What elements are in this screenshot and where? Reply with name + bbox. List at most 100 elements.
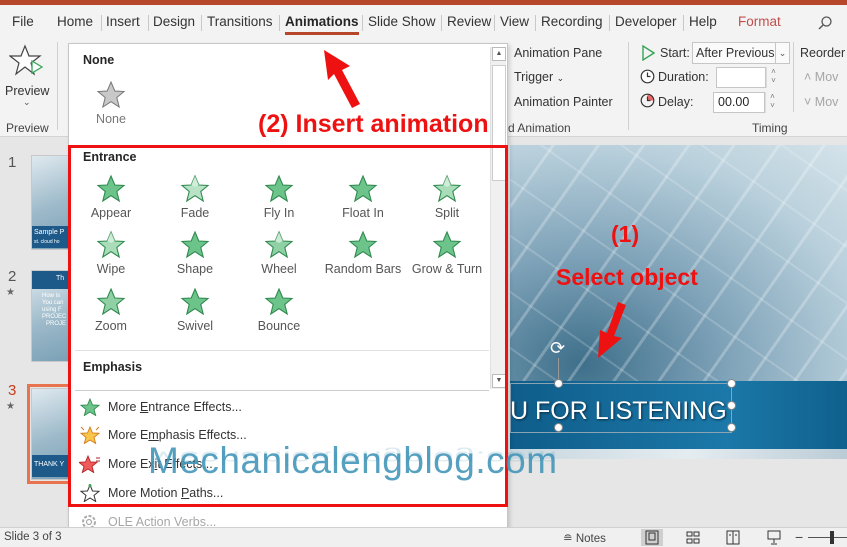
animation-star-icon: ★ — [6, 401, 15, 412]
start-dropdown[interactable]: After Previous ⌄ — [692, 42, 790, 64]
chevron-down-icon: ⌄ — [23, 97, 31, 107]
tab-file[interactable]: File — [12, 14, 34, 29]
slide-show-icon — [767, 530, 781, 545]
duration-label: Duration: — [658, 70, 709, 84]
thumb-text: PROJEC — [42, 314, 67, 320]
move-later-button[interactable]: ˅ Mov — [804, 95, 838, 109]
tab-developer[interactable]: Developer — [615, 14, 677, 29]
preview-button[interactable]: Preview ⌄ — [4, 42, 50, 110]
effect-none[interactable]: None — [69, 80, 153, 126]
tab-separator — [101, 15, 102, 31]
move-later-label: Mov — [814, 95, 839, 109]
notes-label: Notes — [575, 533, 606, 545]
rotate-handle-icon[interactable]: ⟳ — [550, 338, 565, 359]
tab-separator — [441, 15, 442, 31]
slide-number: 1 — [8, 154, 17, 171]
notes-icon: ≘ — [563, 533, 573, 545]
chevron-down-icon: ⌄ — [775, 43, 789, 63]
thumb-text: You can — [42, 300, 64, 306]
slide-counter: Slide 3 of 3 — [4, 531, 62, 543]
selected-textbox-outline[interactable] — [510, 383, 732, 433]
tab-recording[interactable]: Recording — [541, 14, 603, 29]
thumb-band — [32, 271, 70, 289]
slide-show-button[interactable] — [763, 529, 785, 546]
delay-label: Delay: — [658, 95, 694, 109]
tab-format[interactable]: Format — [738, 14, 781, 29]
effect-label: None — [96, 112, 126, 126]
tab-design[interactable]: Design — [153, 14, 195, 29]
thumb-text: How is — [42, 293, 61, 299]
delay-spinner[interactable]: ˄ ˅ — [765, 92, 779, 113]
section-header-none: None — [83, 53, 115, 67]
timing-group-label: Timing — [752, 121, 788, 135]
slide-thumbnail-1[interactable]: Sample P st. cloud ho — [31, 155, 71, 250]
normal-view-icon — [645, 530, 659, 545]
reading-view-button[interactable] — [722, 529, 744, 546]
thumb-text: st. cloud ho — [34, 239, 60, 245]
notes-button[interactable]: ≘ Notes — [563, 531, 606, 545]
tab-separator — [494, 15, 495, 31]
start-play-icon — [642, 45, 655, 61]
tab-separator — [362, 15, 363, 31]
slide-number-current: 3 — [8, 382, 17, 399]
slide-sorter-button[interactable] — [682, 529, 704, 546]
slide-bottom-strip — [510, 449, 847, 459]
resize-handle[interactable] — [727, 423, 736, 432]
tab-separator — [148, 15, 149, 31]
tab-separator — [683, 15, 684, 31]
duration-input[interactable] — [716, 67, 766, 88]
delay-clock-icon — [640, 93, 655, 108]
search-icon[interactable] — [818, 16, 832, 30]
trigger-button[interactable]: Trigger ⌄ — [514, 70, 564, 84]
tab-view[interactable]: View — [500, 14, 529, 29]
animation-star-icon: ★ — [6, 287, 15, 298]
tab-separator — [201, 15, 202, 31]
normal-view-button[interactable] — [641, 529, 663, 546]
reorder-header: Reorder A — [800, 46, 847, 60]
zoom-slider-track[interactable] — [808, 537, 847, 538]
slide-thumbnail-2[interactable]: Th How is You can using F PROJEC PROJE — [31, 270, 71, 362]
resize-handle[interactable] — [727, 379, 736, 388]
watermark-reflection: Mechanicalengblog.com — [148, 447, 558, 469]
slide-thumbnail-3[interactable]: THANK Y — [27, 384, 75, 484]
slide-number: 2 — [8, 268, 17, 285]
move-earlier-button[interactable]: ˄ Mov — [804, 70, 838, 84]
tab-home[interactable]: Home — [57, 14, 93, 29]
scroll-up-icon[interactable]: ▲ — [492, 47, 506, 61]
thumb-text: Th — [56, 275, 65, 282]
tab-help[interactable]: Help — [689, 14, 717, 29]
slide-canvas[interactable]: U FOR LISTENING ⟳ — [510, 145, 847, 459]
thumb-text: Sample P — [34, 229, 65, 236]
tab-insert[interactable]: Insert — [106, 14, 140, 29]
group-separator — [628, 42, 629, 130]
preview-group-label: Preview — [6, 121, 49, 135]
animation-painter-button[interactable]: Animation Painter — [514, 95, 613, 109]
tab-separator — [535, 15, 536, 31]
preview-label: Preview — [5, 84, 50, 98]
chevron-down-icon: ˅ — [804, 95, 812, 109]
delay-input[interactable]: 00.00 — [713, 92, 765, 113]
resize-handle[interactable] — [554, 423, 563, 432]
zoom-slider-thumb[interactable] — [830, 531, 834, 544]
group-separator — [57, 42, 58, 130]
resize-handle[interactable] — [727, 401, 736, 410]
ribbon-tabs: File Home Insert Design Transitions Anim… — [0, 5, 847, 38]
status-bar: Slide 3 of 3 ≘ Notes − — [0, 527, 847, 547]
duration-spinner[interactable]: ˄ ˅ — [766, 67, 780, 88]
tab-transitions[interactable]: Transitions — [207, 14, 273, 29]
group-separator — [793, 42, 794, 112]
tab-review[interactable]: Review — [447, 14, 491, 29]
thumb-text: using F — [42, 307, 62, 313]
zoom-out-button[interactable]: − — [795, 529, 803, 545]
move-earlier-label: Mov — [814, 70, 839, 84]
tab-separator — [279, 15, 280, 31]
tab-slide-show[interactable]: Slide Show — [368, 14, 436, 29]
reading-view-icon — [726, 530, 740, 545]
trigger-label: Trigger — [514, 70, 554, 84]
resize-handle[interactable] — [554, 379, 563, 388]
annotation-step1-number: (1) — [611, 221, 640, 247]
animation-pane-button[interactable]: Animation Pane — [514, 46, 602, 60]
annotation-step2-text: (2) Insert animation — [258, 110, 489, 138]
tab-animations[interactable]: Animations — [285, 14, 359, 35]
start-label: Start: — [660, 46, 690, 60]
